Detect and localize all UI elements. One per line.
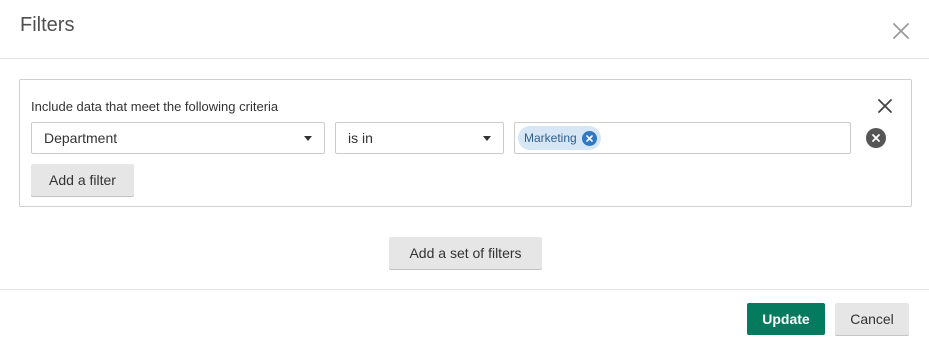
value-tag-label: Marketing bbox=[524, 131, 577, 145]
field-select[interactable]: Department bbox=[31, 122, 325, 154]
remove-filter-set-button[interactable] bbox=[877, 98, 893, 114]
cancel-button[interactable]: Cancel bbox=[835, 303, 909, 335]
close-icon bbox=[893, 23, 909, 39]
remove-filter-button[interactable] bbox=[866, 128, 886, 148]
footer-divider bbox=[0, 289, 929, 290]
field-select-value: Department bbox=[44, 130, 118, 146]
remove-tag-button[interactable] bbox=[581, 130, 597, 146]
add-filter-button[interactable]: Add a filter bbox=[31, 164, 134, 196]
chevron-down-icon bbox=[483, 136, 491, 141]
operator-select-value: is in bbox=[348, 130, 373, 146]
value-tag: Marketing bbox=[518, 126, 601, 150]
criteria-label: Include data that meet the following cri… bbox=[31, 99, 279, 114]
close-icon bbox=[585, 134, 593, 142]
dialog-title: Filters bbox=[20, 14, 75, 36]
chevron-down-icon bbox=[304, 136, 312, 141]
add-filter-set-button[interactable]: Add a set of filters bbox=[389, 237, 542, 269]
dialog-header: Filters bbox=[0, 0, 929, 59]
values-tag-input[interactable]: Marketing bbox=[514, 122, 851, 154]
close-circle-icon bbox=[872, 134, 880, 142]
filter-set: Include data that meet the following cri… bbox=[19, 79, 912, 207]
close-icon bbox=[878, 99, 892, 113]
update-button[interactable]: Update bbox=[747, 303, 825, 335]
operator-select[interactable]: is in bbox=[335, 122, 504, 154]
close-dialog-button[interactable] bbox=[890, 20, 912, 42]
